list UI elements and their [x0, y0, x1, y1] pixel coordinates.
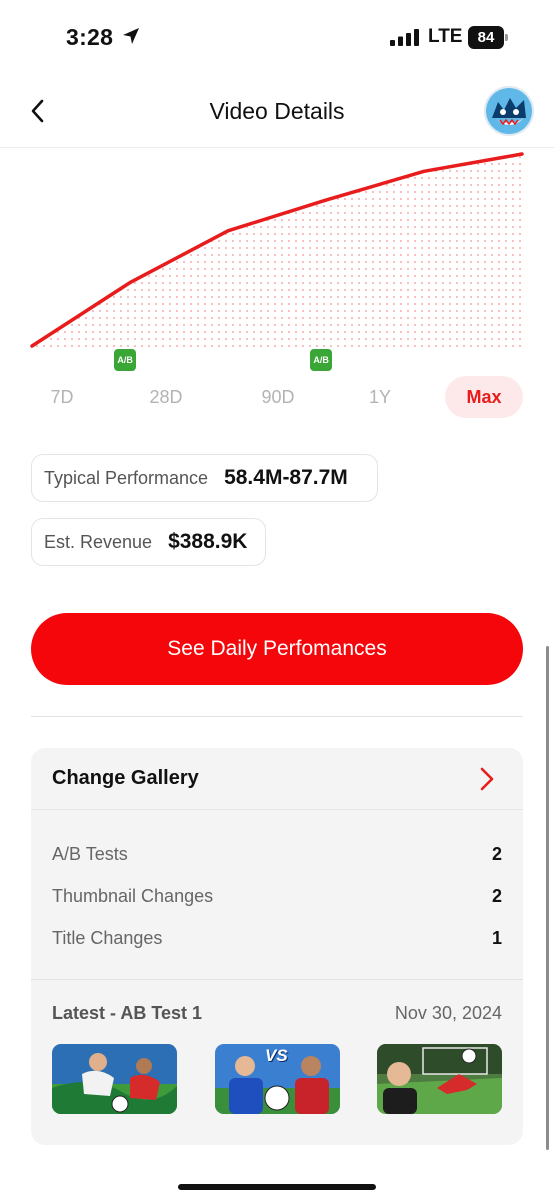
- status-time: 3:28: [66, 24, 114, 50]
- tab-90d[interactable]: 90D: [246, 376, 310, 418]
- page-title: Video Details: [209, 98, 345, 124]
- chart-svg: [30, 152, 524, 348]
- channel-avatar[interactable]: [484, 86, 534, 136]
- thumbnail-2[interactable]: VS: [215, 1044, 340, 1114]
- network-label: LTE: [428, 26, 463, 47]
- title-changes-label: Title Changes: [52, 928, 163, 948]
- latest-test-label: Latest - AB Test 1: [52, 1003, 203, 1023]
- typical-performance-label: Typical Performance: [44, 467, 209, 488]
- tab-28d[interactable]: 28D: [134, 376, 198, 418]
- thumbnail-1[interactable]: [52, 1044, 177, 1114]
- beast-logo-icon: [486, 88, 532, 134]
- title-changes-row: Title Changes 1: [52, 928, 502, 954]
- thumbnail-changes-value: 2: [491, 886, 502, 906]
- battery-level: 84: [468, 26, 504, 49]
- ab-test-marker-1[interactable]: A/B: [114, 349, 137, 371]
- ab-tests-label: A/B Tests: [52, 844, 128, 864]
- thumbnail-changes-row: Thumbnail Changes 2: [52, 886, 502, 912]
- change-gallery-header[interactable]: Change Gallery: [31, 748, 523, 810]
- typical-performance-card: Typical Performance 58.4M-87.7M: [31, 454, 378, 502]
- thumbnail-changes-label: Thumbnail Changes: [52, 886, 214, 906]
- change-gallery-card: Change Gallery A/B Tests 2 Thumbnail Cha…: [31, 748, 523, 1145]
- ab-test-marker-2[interactable]: A/B: [310, 349, 333, 371]
- est-revenue-card: Est. Revenue $388.9K: [31, 518, 266, 566]
- divider: [31, 716, 523, 717]
- chevron-right-icon: [480, 767, 494, 791]
- performance-chart[interactable]: [0, 148, 554, 378]
- cellular-signal-icon: [390, 29, 419, 46]
- gallery-separator: [31, 979, 523, 980]
- change-gallery-title: Change Gallery: [52, 767, 199, 789]
- tab-max[interactable]: Max: [445, 376, 523, 418]
- chart-area-fill: [32, 154, 522, 348]
- scroll-indicator[interactable]: [546, 646, 549, 1150]
- tab-7d[interactable]: 7D: [30, 376, 94, 418]
- tab-1y[interactable]: 1Y: [348, 376, 412, 418]
- status-bar: 3:28 LTE 84: [0, 0, 554, 76]
- nav-bar: Video Details: [0, 76, 554, 148]
- title-changes-value: 1: [491, 928, 502, 948]
- thumbnail-3[interactable]: [377, 1044, 502, 1114]
- est-revenue-label: Est. Revenue: [44, 531, 153, 552]
- location-arrow-icon: [123, 28, 139, 44]
- ab-tests-value: 2: [491, 844, 502, 864]
- ab-tests-row: A/B Tests 2: [52, 844, 502, 870]
- latest-test-date: Nov 30, 2024: [394, 1003, 502, 1023]
- bicycle-kick-thumbnail-image: [377, 1044, 502, 1114]
- typical-performance-value: 58.4M-87.7M: [224, 466, 348, 489]
- battery-icon: 84: [468, 26, 508, 49]
- soccer-thumbnail-image: [52, 1044, 177, 1114]
- home-indicator[interactable]: [178, 1184, 376, 1190]
- versus-badge: VS: [265, 1046, 288, 1065]
- period-tabs: 7D 28D 90D 1Y Max: [30, 376, 524, 418]
- see-daily-performances-button[interactable]: See Daily Perfomances: [31, 613, 523, 685]
- est-revenue-value: $388.9K: [168, 530, 248, 553]
